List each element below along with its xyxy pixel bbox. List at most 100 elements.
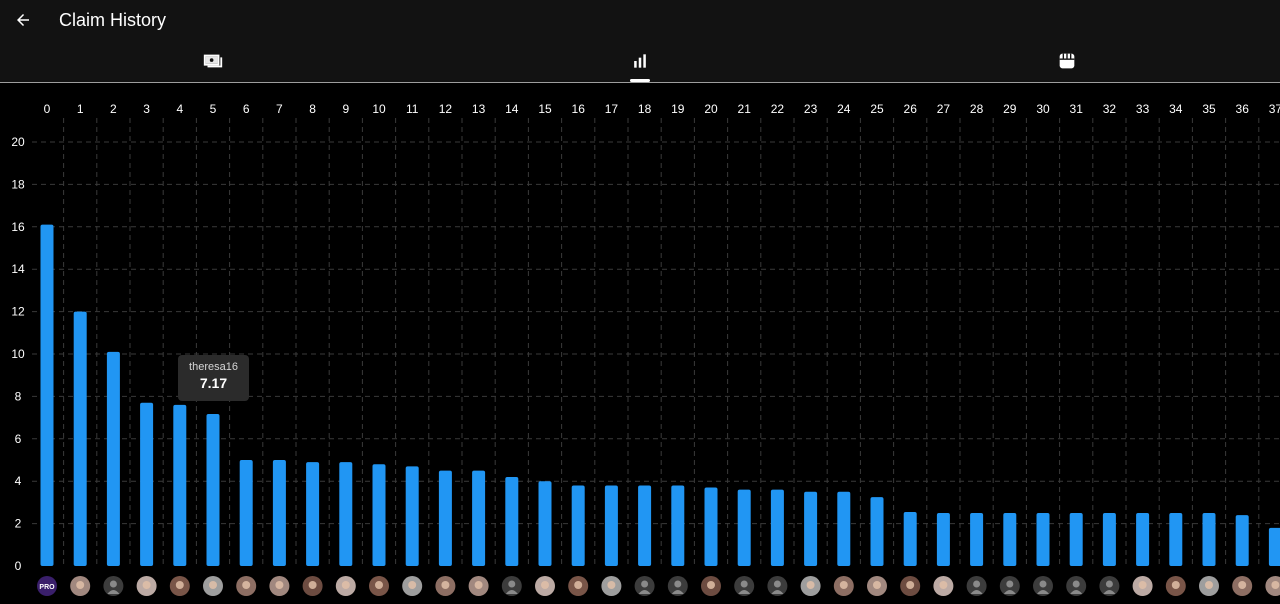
x-tick-label: 31 (1070, 102, 1084, 116)
bar (306, 462, 320, 566)
claims-bar-chart: 024681012141618200 1 2 3 4 5 6 7 8 9 10 11 12 13 14 15 1… (11, 102, 1280, 596)
x-tick-label: 37 (1269, 102, 1280, 116)
photo-avatar-face (308, 581, 317, 589)
selected-tab-indicator (630, 79, 650, 82)
y-tick-label: 18 (11, 177, 25, 191)
x-tick-label: 1 (77, 102, 84, 116)
photo-avatar-face (1205, 581, 1213, 589)
default-avatar-head (674, 580, 682, 588)
x-tick-label: 13 (472, 102, 486, 116)
app-bar: Claim History (0, 0, 1280, 40)
y-tick-label: 16 (11, 220, 25, 234)
bar (1202, 513, 1216, 566)
photo-avatar-face (175, 581, 184, 589)
default-avatar-head (109, 580, 117, 588)
bar (936, 513, 950, 566)
default-avatar-head (740, 580, 748, 588)
bar (372, 464, 386, 566)
bar (704, 487, 718, 566)
photo-avatar-face (375, 581, 383, 589)
bar (438, 470, 452, 566)
photo-avatar-face (1138, 581, 1147, 589)
pro-badge-text: PRO (39, 584, 55, 591)
x-tick-label: 15 (538, 102, 552, 116)
x-tick-label: 19 (671, 102, 685, 116)
photo-avatar-face (275, 581, 284, 589)
x-tick-label: 28 (970, 102, 984, 116)
bar (1102, 513, 1116, 566)
x-tick-label: 0 (44, 102, 51, 116)
bar (140, 402, 154, 566)
x-tick-label: 29 (1003, 102, 1017, 116)
photo-avatar-face (806, 581, 815, 589)
bar (239, 460, 253, 566)
photo-avatar-face (939, 581, 948, 589)
bar (571, 485, 585, 566)
y-tick-label: 4 (15, 474, 22, 488)
bar (870, 497, 884, 566)
bar (73, 311, 87, 566)
page-title: Claim History (59, 10, 167, 30)
y-tick-label: 2 (15, 517, 22, 531)
x-tick-label: 22 (771, 102, 785, 116)
bar (472, 470, 486, 566)
photo-avatar-face (242, 581, 251, 589)
tab-claims[interactable] (0, 40, 426, 82)
photo-avatar-face (906, 581, 915, 589)
photo-avatar-face (441, 581, 450, 589)
bar (970, 513, 984, 566)
x-tick-label: 26 (904, 102, 918, 116)
x-tick-label: 36 (1236, 102, 1250, 116)
bar (40, 224, 54, 566)
default-avatar-head (773, 580, 781, 588)
store-icon (1059, 53, 1075, 69)
x-tick-label: 3 (143, 102, 150, 116)
x-tick-label: 20 (704, 102, 718, 116)
arrow-back-icon (17, 14, 29, 26)
x-tick-label: 34 (1169, 102, 1183, 116)
x-tick-label: 24 (837, 102, 851, 116)
bar (903, 511, 917, 566)
photo-avatar-face (707, 581, 715, 589)
y-tick-label: 10 (11, 347, 25, 361)
bar (106, 351, 120, 566)
x-tick-label: 16 (572, 102, 586, 116)
y-tick-label: 0 (15, 559, 22, 573)
y-tick-label: 12 (11, 305, 25, 319)
bar (1036, 513, 1050, 566)
bar (339, 462, 353, 566)
bar (1268, 527, 1280, 566)
x-tick-label: 17 (605, 102, 619, 116)
money-list-icon (203, 54, 223, 68)
tab-store[interactable] (854, 40, 1280, 82)
default-avatar-head (641, 580, 649, 588)
y-tick-label: 8 (15, 389, 22, 403)
back-button[interactable] (10, 7, 36, 33)
x-tick-label: 9 (342, 102, 349, 116)
tab-chart[interactable] (427, 40, 853, 82)
y-tick-label: 6 (15, 432, 22, 446)
x-tick-label: 4 (176, 102, 183, 116)
bar (405, 466, 419, 566)
x-tick-label: 30 (1036, 102, 1050, 116)
claim-history-screen: Claim History 0 2 4 6 8 10 12 14 16 18 2… (0, 0, 1280, 604)
bar (1003, 513, 1017, 566)
bar (737, 489, 751, 566)
photo-avatar-face (839, 581, 848, 589)
x-tick-label: 2 (110, 102, 117, 116)
x-tick-label: 10 (372, 102, 386, 116)
x-tick-label: 7 (276, 102, 283, 116)
bar (272, 460, 286, 566)
bar-chart-icon (634, 54, 646, 68)
photo-avatar-face (474, 581, 483, 589)
default-avatar-head (508, 580, 516, 588)
photo-avatar-face (607, 581, 616, 589)
x-tick-label: 12 (439, 102, 453, 116)
x-tick-label: 6 (243, 102, 250, 116)
x-tick-label: 21 (738, 102, 752, 116)
bar (770, 489, 784, 566)
photo-avatar-face (541, 581, 549, 589)
photo-avatar-face (408, 581, 417, 589)
bar (1169, 513, 1183, 566)
bar (837, 491, 851, 566)
